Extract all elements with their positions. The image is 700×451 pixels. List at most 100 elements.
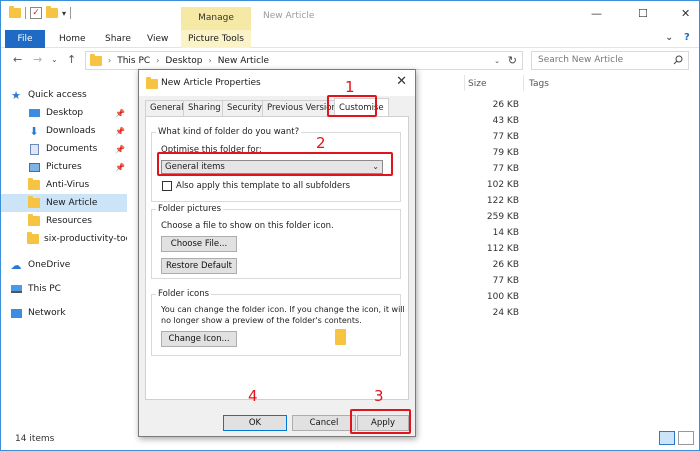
tab-home[interactable]: Home	[59, 30, 86, 48]
tab-general[interactable]: General	[145, 100, 189, 116]
recent-locations-button[interactable]: ⌄	[51, 55, 58, 64]
tab-security[interactable]: Security	[222, 100, 267, 116]
view-switcher	[659, 431, 694, 445]
back-button[interactable]: ←	[13, 53, 22, 66]
document-icon	[27, 143, 41, 155]
divider	[25, 7, 26, 19]
tab-view[interactable]: View	[147, 30, 168, 48]
sidebar-item-onedrive[interactable]: ☁ OneDrive	[1, 256, 127, 274]
folder-icons-text-line1: You can change the folder icon. If you c…	[161, 305, 405, 314]
folder-icon	[27, 214, 41, 226]
sidebar-item-pictures[interactable]: Pictures 📌	[1, 158, 127, 176]
new-folder-icon[interactable]	[46, 6, 58, 18]
sidebar-item-anti-virus[interactable]: Anti-Virus	[1, 176, 127, 194]
large-icons-view-icon[interactable]	[678, 431, 694, 445]
chevron-right-icon: ›	[108, 56, 112, 65]
folder-icon	[27, 232, 39, 244]
annotation-number-1: 1	[345, 78, 355, 96]
breadcrumb-desktop[interactable]: Desktop	[165, 56, 202, 66]
desktop-icon	[27, 109, 41, 117]
file-size: 112 KB	[486, 244, 519, 254]
up-button[interactable]: ↑	[67, 53, 76, 66]
customize-toolbar-icon[interactable]: ▾	[62, 9, 66, 18]
annotation-number-4: 4	[248, 387, 258, 405]
sidebar-item-resources[interactable]: Resources	[1, 212, 127, 230]
folder-icon	[146, 77, 158, 89]
properties-icon[interactable]: ✓	[30, 7, 42, 19]
file-size: 14 KB	[492, 228, 519, 238]
tab-share[interactable]: Share	[105, 30, 131, 48]
folder-type-question: What kind of folder do you want?	[156, 127, 302, 137]
divider	[70, 7, 72, 19]
sidebar-item-downloads[interactable]: ⬇ Downloads 📌	[1, 122, 127, 140]
pin-icon: 📌	[115, 108, 125, 118]
folder-preview-icon	[335, 329, 346, 345]
annotation-number-3: 3	[374, 387, 384, 405]
chevron-down-icon[interactable]: ⌄	[494, 57, 500, 65]
breadcrumb-new-article[interactable]: New Article	[218, 56, 269, 66]
restore-default-button[interactable]: Restore Default	[161, 258, 237, 274]
refresh-icon[interactable]: ↻	[508, 54, 517, 67]
dialog-title: New Article Properties	[161, 78, 261, 88]
navigation-pane: ★ Quick access Desktop 📌 ⬇ Downloads 📌 D…	[1, 73, 129, 429]
star-icon: ★	[11, 88, 21, 102]
file-size: 77 KB	[492, 276, 519, 286]
close-button[interactable]: ✕	[681, 7, 690, 20]
chevron-right-icon: ›	[208, 56, 212, 65]
apply-subfolders-checkbox[interactable]	[162, 181, 172, 191]
file-size: 43 KB	[492, 116, 519, 126]
file-size: 259 KB	[486, 212, 519, 222]
file-size: 122 KB	[486, 196, 519, 206]
change-icon-button[interactable]: Change Icon...	[161, 331, 237, 347]
column-header-tags[interactable]: Tags	[529, 79, 549, 89]
computer-icon	[9, 285, 23, 293]
tab-picture-tools[interactable]: Picture Tools	[181, 30, 251, 48]
apply-subfolders-label: Also apply this template to all subfolde…	[176, 181, 351, 191]
folder-icons-label: Folder icons	[156, 289, 212, 299]
column-divider	[523, 75, 524, 91]
minimize-button[interactable]: —	[591, 7, 602, 20]
sidebar-item-six-productivity[interactable]: six-productivity-toc	[1, 230, 127, 248]
properties-dialog: New Article Properties ✕ General Sharing…	[138, 69, 416, 437]
file-size: 77 KB	[492, 164, 519, 174]
forward-button[interactable]: →	[33, 53, 42, 66]
explorer-window: ✓ ▾ Manage New Article — ☐ ✕ File Home S…	[0, 0, 700, 451]
annotation-box-customise	[327, 95, 377, 117]
annotation-number-2: 2	[316, 134, 326, 152]
sidebar-item-documents[interactable]: Documents 📌	[1, 140, 127, 158]
pin-icon: 📌	[115, 144, 125, 154]
search-placeholder: Search New Article	[538, 55, 624, 65]
ok-button[interactable]: OK	[223, 415, 287, 431]
manage-tab[interactable]: Manage	[181, 7, 251, 30]
details-view-icon[interactable]	[659, 431, 675, 445]
dialog-close-button[interactable]: ✕	[396, 74, 407, 89]
help-icon[interactable]: ?	[684, 32, 690, 43]
sidebar-item-network[interactable]: Network	[1, 304, 127, 322]
ribbon-collapse-icon[interactable]: ⌄	[665, 32, 673, 43]
tab-file[interactable]: File	[5, 30, 45, 48]
column-header-size[interactable]: Size	[468, 79, 486, 89]
tab-sharing[interactable]: Sharing	[183, 100, 226, 116]
sidebar-item-this-pc[interactable]: This PC	[1, 280, 127, 298]
search-icon	[673, 55, 683, 65]
address-bar[interactable]: › This PC › Desktop › New Article ⌄ ↻	[85, 51, 523, 70]
choose-file-button[interactable]: Choose File...	[161, 236, 237, 252]
folder-pictures-text: Choose a file to show on this folder ico…	[161, 221, 334, 231]
sidebar-item-new-article[interactable]: New Article	[1, 194, 127, 212]
folder-icon	[27, 178, 41, 190]
pin-icon: 📌	[115, 162, 125, 172]
breadcrumb-this-pc[interactable]: This PC	[117, 56, 150, 66]
file-size: 102 KB	[486, 180, 519, 190]
pictures-icon	[27, 162, 41, 172]
download-icon: ⬇	[29, 124, 39, 138]
folder-pictures-label: Folder pictures	[156, 204, 224, 214]
sidebar-item-quick-access[interactable]: ★ Quick access	[1, 86, 127, 104]
cancel-button[interactable]: Cancel	[292, 415, 356, 431]
file-size: 26 KB	[492, 100, 519, 110]
file-size: 77 KB	[492, 132, 519, 142]
annotation-box-apply	[350, 409, 411, 434]
search-input[interactable]: Search New Article	[531, 51, 689, 70]
address-row: ← → ⌄ ↑ › This PC › Desktop › New Articl…	[1, 49, 699, 71]
maximize-button[interactable]: ☐	[638, 7, 648, 20]
sidebar-item-desktop[interactable]: Desktop 📌	[1, 104, 127, 122]
